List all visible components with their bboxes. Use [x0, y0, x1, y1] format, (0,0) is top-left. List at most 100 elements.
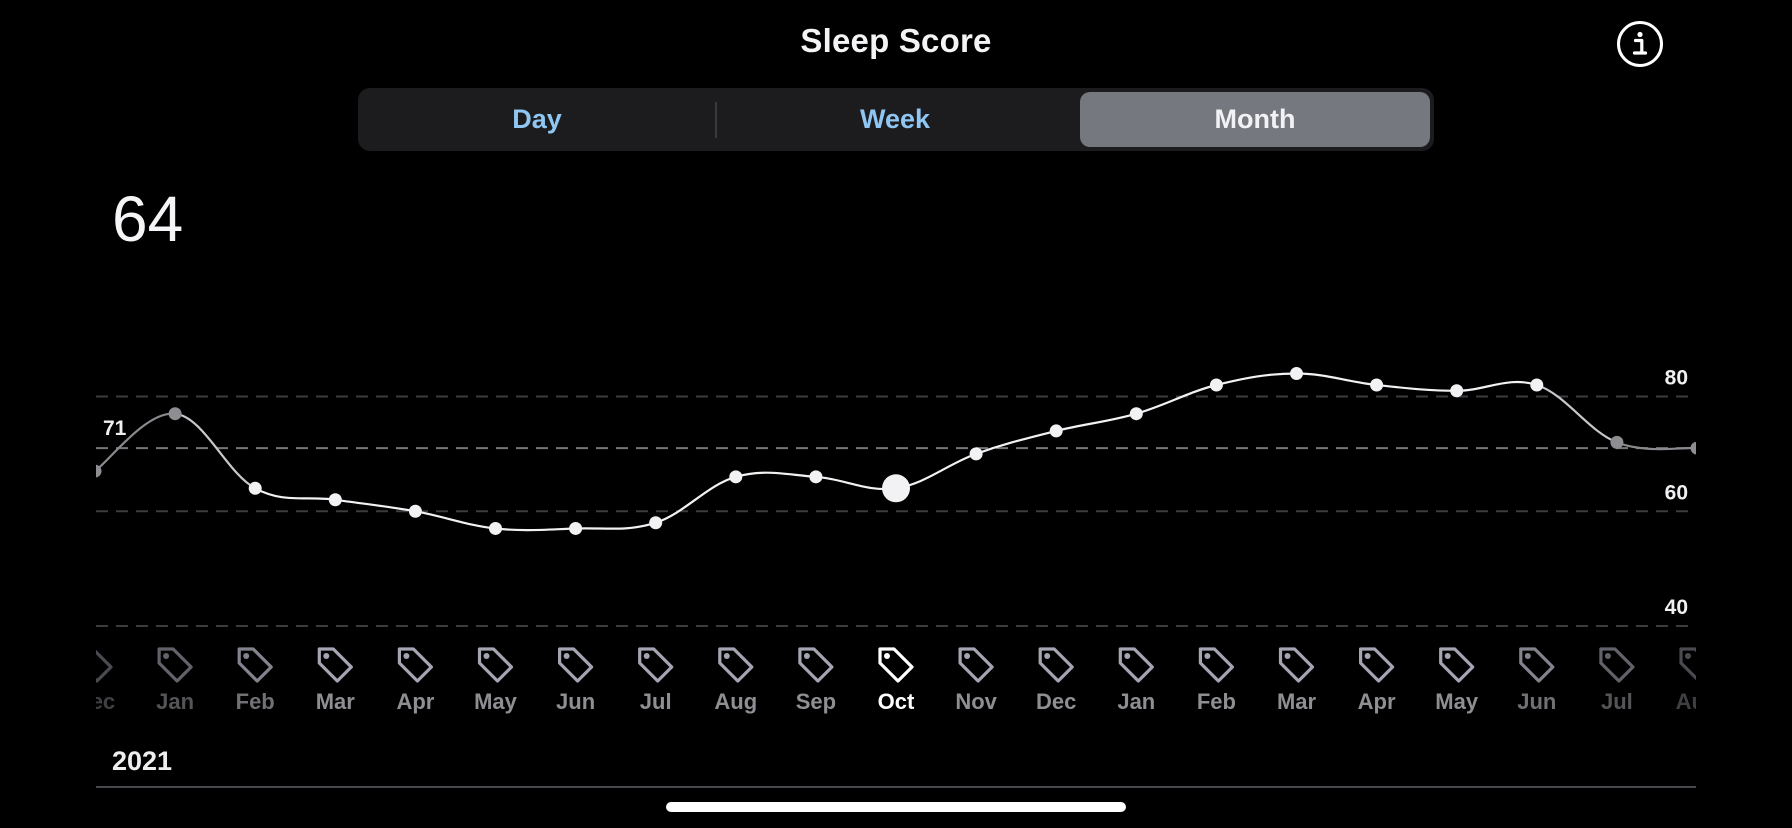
- series-line-segment: [1376, 383, 1457, 392]
- month-tick[interactable]: [79, 649, 113, 683]
- data-point[interactable]: [1049, 424, 1063, 438]
- month-label: Jun: [1517, 689, 1556, 714]
- series-line-segment: [575, 521, 657, 530]
- tag-icon-hole: [723, 653, 730, 659]
- tag-icon-hole: [884, 653, 890, 659]
- tag-icon-hole: [1044, 653, 1051, 659]
- month-label: Jan: [156, 689, 194, 714]
- data-point[interactable]: [89, 464, 102, 478]
- data-point[interactable]: [408, 504, 422, 518]
- tag-icon: [1599, 647, 1635, 683]
- month-label: Apr: [396, 689, 434, 714]
- tag-icon: [557, 647, 594, 683]
- tag-icon: [157, 647, 193, 683]
- month-label: Jul: [640, 689, 672, 714]
- month-tick[interactable]: [237, 647, 273, 683]
- month-label: Apr: [1358, 689, 1396, 714]
- data-point[interactable]: [1370, 378, 1384, 392]
- tag-icon: [1679, 647, 1696, 681]
- tag-icon: [477, 647, 514, 683]
- month-tick[interactable]: [1038, 647, 1074, 683]
- tag-icon-hole: [1444, 653, 1451, 659]
- month-label: Jun: [556, 689, 595, 714]
- month-label: Jul: [1601, 689, 1633, 714]
- series-line-segment: [1616, 441, 1696, 451]
- series-line-segment: [1536, 383, 1618, 444]
- month-tick[interactable]: [477, 647, 514, 683]
- month-tick[interactable]: [878, 647, 914, 683]
- series-line-segment: [335, 498, 416, 513]
- month-tick[interactable]: [157, 647, 193, 683]
- y-tick-label: 80: [1665, 367, 1688, 390]
- tag-icon: [397, 647, 433, 683]
- month-tick[interactable]: [317, 647, 353, 683]
- data-point[interactable]: [969, 447, 983, 461]
- data-point[interactable]: [1129, 407, 1143, 421]
- month-label: Oct: [878, 689, 915, 714]
- tag-icon-hole: [323, 653, 330, 659]
- data-point[interactable]: [1209, 378, 1223, 392]
- tag-icon-hole: [483, 653, 490, 659]
- tag-icon-hole: [964, 653, 971, 659]
- month-tick[interactable]: [1358, 647, 1395, 683]
- month-tick[interactable]: [1118, 647, 1154, 683]
- month-label: Aug: [714, 689, 757, 714]
- data-point[interactable]: [649, 516, 663, 530]
- month-tick[interactable]: [1439, 647, 1475, 683]
- sleep-score-chart[interactable]: Dec Jan Feb Mar Apr May Jun Jul Aug Sep Oct Nov Dec J…: [0, 0, 1792, 828]
- month-tick[interactable]: [638, 647, 674, 683]
- month-label: May: [474, 689, 518, 714]
- year-divider: [96, 786, 1696, 788]
- data-point[interactable]: [1450, 384, 1464, 398]
- series-line-segment: [415, 510, 496, 530]
- data-point[interactable]: [1290, 367, 1303, 381]
- tag-icon-hole: [1685, 653, 1691, 659]
- tag-icon-hole: [1604, 653, 1611, 659]
- data-point[interactable]: [248, 481, 262, 495]
- month-tick[interactable]: [397, 647, 433, 683]
- month-tick[interactable]: [1278, 647, 1315, 683]
- data-point[interactable]: [1690, 441, 1704, 455]
- tag-icon: [958, 647, 994, 683]
- month-tick[interactable]: [1599, 647, 1635, 683]
- tag-icon: [237, 647, 273, 683]
- tag-icon-hole: [803, 653, 810, 659]
- series-line-segment: [1296, 372, 1377, 387]
- month-label: May: [1435, 689, 1479, 714]
- month-tick[interactable]: [718, 647, 754, 683]
- selected-data-point[interactable]: [882, 474, 910, 503]
- series-line-segment: [655, 475, 737, 524]
- month-label: Aug: [1676, 689, 1719, 714]
- series-line-segment: [1456, 380, 1538, 392]
- month-tick[interactable]: [557, 647, 594, 683]
- month-label: Mar: [1277, 689, 1317, 714]
- data-point[interactable]: [1610, 435, 1624, 449]
- month-tick[interactable]: [1679, 647, 1713, 681]
- month-tick[interactable]: [798, 647, 834, 683]
- month-tick[interactable]: [958, 647, 994, 683]
- tag-icon: [1439, 647, 1475, 683]
- tag-icon-hole: [1364, 653, 1371, 659]
- data-point[interactable]: [809, 470, 823, 484]
- month-tick[interactable]: [1198, 647, 1235, 683]
- tag-icon: [1519, 647, 1555, 683]
- data-point[interactable]: [328, 493, 342, 507]
- home-indicator[interactable]: [666, 802, 1126, 812]
- month-tick[interactable]: [1519, 647, 1555, 683]
- month-label: Jan: [1117, 689, 1155, 714]
- month-label: Dec: [75, 689, 115, 714]
- data-point[interactable]: [168, 407, 182, 421]
- tag-icon-hole: [643, 653, 650, 659]
- tag-icon-hole: [83, 653, 89, 659]
- data-point[interactable]: [489, 521, 502, 535]
- series-line-segment: [1216, 372, 1297, 387]
- tag-icon: [96, 649, 113, 683]
- series-line-segment: [1135, 383, 1217, 415]
- tag-icon: [1358, 647, 1395, 683]
- tag-icon: [638, 647, 674, 683]
- tag-icon-hole: [1204, 653, 1211, 659]
- data-point[interactable]: [569, 521, 583, 535]
- tag-icon-hole: [163, 653, 170, 659]
- data-point[interactable]: [1530, 378, 1544, 392]
- data-point[interactable]: [729, 470, 743, 484]
